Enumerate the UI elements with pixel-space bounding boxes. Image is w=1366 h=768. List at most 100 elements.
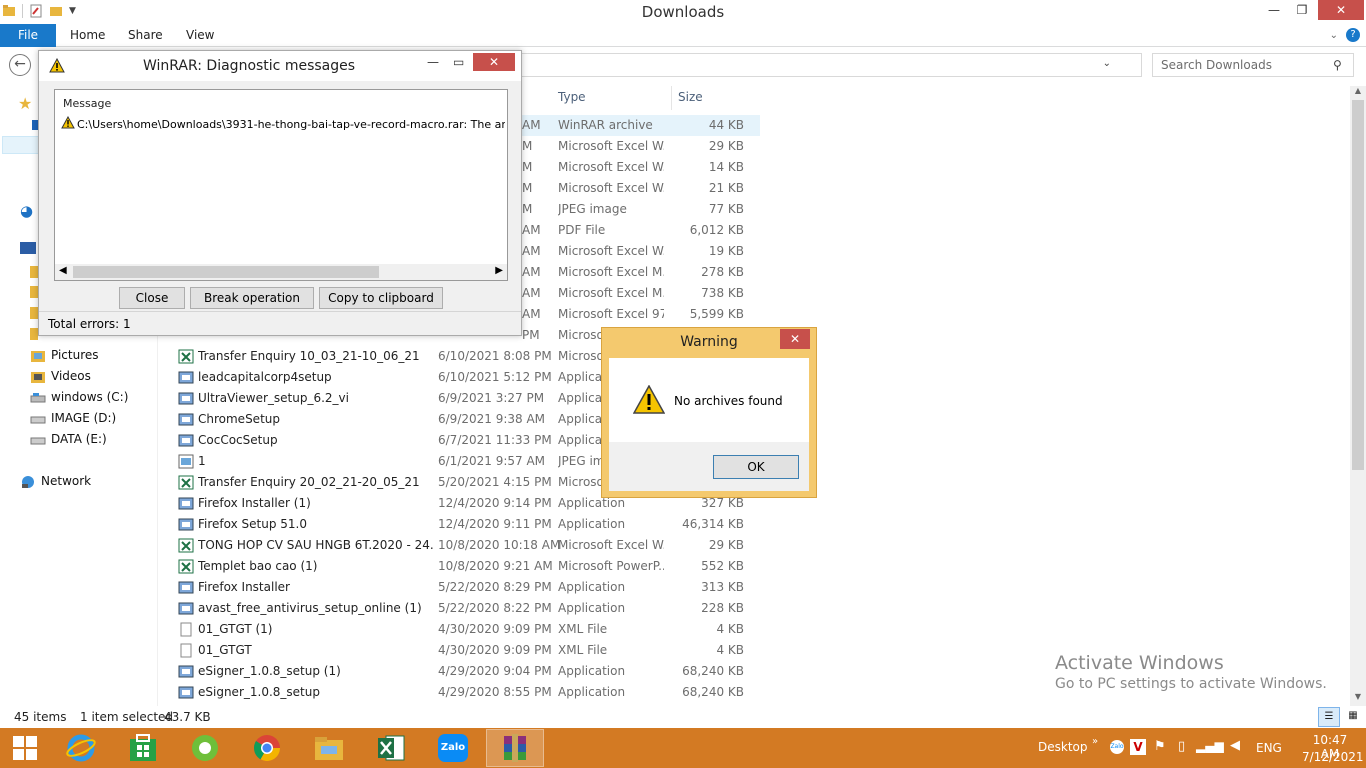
file-name: Firefox Setup 51.0 (198, 517, 307, 531)
vertical-scrollbar[interactable]: ▲ ▼ (1350, 86, 1366, 706)
chrome-taskbar-icon[interactable] (238, 729, 296, 767)
scrollbar-thumb[interactable] (73, 266, 379, 278)
nav-item-pictures[interactable]: Pictures (30, 345, 99, 366)
file-explorer-taskbar-icon[interactable] (300, 729, 358, 767)
copy-to-clipboard-button[interactable]: Copy to clipboard (319, 287, 443, 309)
excel-taskbar-icon[interactable] (362, 729, 420, 767)
horizontal-scrollbar[interactable]: ◀ ▶ (55, 264, 507, 280)
folder-icon[interactable] (30, 307, 38, 319)
table-row[interactable]: 01_GTGT 4/30/2020 9:09 PM XML File 4 KB (160, 640, 760, 661)
zalo-taskbar-icon[interactable]: Zalo (424, 729, 482, 767)
battery-icon[interactable]: ▯ (1178, 739, 1185, 754)
large-icons-view-icon[interactable]: ▦ (1344, 707, 1362, 727)
file-name: UltraViewer_setup_6.2_vi (198, 391, 349, 405)
file-date: M (522, 202, 533, 216)
zalo-tray-icon[interactable]: Zalo (1110, 740, 1124, 754)
nav-item-drive-d[interactable]: IMAGE (D:) (30, 408, 116, 429)
search-input[interactable]: Search Downloads (1152, 53, 1354, 77)
file-size: 228 KB (701, 601, 744, 615)
file-date: 6/1/2021 9:57 AM (438, 454, 546, 468)
file-date: 5/20/2021 4:15 PM (438, 475, 552, 489)
tab-share[interactable]: Share (128, 24, 163, 47)
scrollbar-thumb[interactable] (1352, 100, 1364, 470)
dialog-titlebar[interactable]: WinRAR: Diagnostic messages — ▭ ✕ (39, 51, 521, 81)
computer-icon[interactable] (20, 242, 36, 254)
file-name: eSigner_1.0.8_setup (1) (198, 664, 341, 678)
close-button[interactable]: ✕ (1318, 0, 1364, 20)
store-taskbar-icon[interactable] (114, 729, 172, 767)
watermark-subtitle: Go to PC settings to activate Windows. (1055, 676, 1327, 692)
status-bar: 45 items 1 item selected 43.7 KB ☰ ▦ (0, 706, 1366, 728)
chevron-down-icon[interactable]: ⌄ (1330, 24, 1338, 47)
column-divider[interactable] (671, 86, 672, 110)
table-row[interactable]: eSigner_1.0.8_setup (1) 4/29/2020 9:04 PM… (160, 661, 760, 682)
volume-icon[interactable]: ◀ (1230, 738, 1240, 753)
chevron-down-icon[interactable]: ⌄ (1103, 58, 1111, 69)
nav-item-network[interactable]: Network (20, 471, 91, 492)
excel-file-icon (178, 475, 194, 490)
favorites-star-icon[interactable]: ★ (18, 94, 32, 113)
toolbar-chevron-icon[interactable]: » (1092, 736, 1098, 747)
scroll-right-icon[interactable]: ▶ (495, 265, 503, 276)
table-row[interactable]: eSigner_1.0.8_setup 4/29/2020 8:55 PM Appl… (160, 682, 760, 703)
application-icon (178, 370, 194, 385)
folder-icon[interactable] (30, 266, 38, 278)
details-view-icon[interactable]: ☰ (1318, 707, 1340, 727)
language-indicator[interactable]: ENG (1256, 741, 1282, 755)
downloads-nav-item[interactable] (2, 136, 40, 154)
column-header-size[interactable]: Size (678, 90, 703, 104)
table-row[interactable]: avast_free_antivirus_setup_online (1) 5/2… (160, 598, 760, 619)
clock-date[interactable]: 7/12/2021 (1302, 750, 1364, 764)
desktop-toolbar-label[interactable]: Desktop (1038, 740, 1088, 754)
break-operation-button[interactable]: Break operation (190, 287, 314, 309)
table-row[interactable]: 01_GTGT (1) 4/30/2020 9:09 PM XML File 4 KB (160, 619, 760, 640)
signal-icon[interactable]: ▂▄▆ (1196, 739, 1224, 753)
homegroup-icon[interactable]: ◕ (20, 202, 33, 220)
file-date: 5/22/2020 8:22 PM (438, 601, 552, 615)
close-dialog-button[interactable]: Close (119, 287, 185, 309)
action-center-flag-icon[interactable]: ⚑ (1154, 739, 1166, 754)
file-size: 278 KB (701, 265, 744, 279)
scroll-left-icon[interactable]: ◀ (59, 265, 67, 276)
winrar-taskbar-icon[interactable] (486, 729, 544, 767)
folder-icon[interactable] (30, 328, 38, 340)
nav-item-drive-e[interactable]: DATA (E:) (30, 429, 107, 450)
coccoc-taskbar-icon[interactable] (176, 729, 234, 767)
message-row[interactable]: C:\Users\home\Downloads\3931-he-thong-ba… (61, 116, 505, 132)
nav-item-drive-c[interactable]: windows (C:) (30, 387, 128, 408)
maximize-button[interactable]: ❐ (1288, 0, 1316, 20)
antivirus-tray-icon[interactable]: V (1130, 739, 1146, 755)
column-header-type[interactable]: Type (558, 90, 586, 104)
tab-view[interactable]: View (186, 24, 214, 47)
table-row[interactable]: Firefox Installer 5/22/2020 8:29 PM Applic… (160, 577, 760, 598)
message-list[interactable]: Message C:\Users\home\Downloads\3931-he-… (54, 89, 508, 281)
close-button[interactable]: ✕ (473, 53, 515, 71)
internet-explorer-taskbar-icon[interactable] (52, 729, 110, 767)
table-row[interactable]: Firefox Setup 51.0 12/4/2020 9:11 PM Appli… (160, 514, 760, 535)
scroll-down-icon[interactable]: ▼ (1350, 692, 1366, 706)
search-icon[interactable]: ⚲ (1333, 58, 1342, 72)
file-size: 4 KB (716, 643, 744, 657)
file-type: Microsoft Excel W... (558, 244, 664, 258)
back-button[interactable]: ← (9, 54, 31, 76)
folder-icon[interactable] (30, 286, 38, 298)
tab-home[interactable]: Home (70, 24, 105, 47)
nav-item-videos[interactable]: Videos (30, 366, 91, 387)
start-button[interactable] (0, 729, 50, 767)
file-type: Microsoft Excel M... (558, 265, 664, 279)
table-row[interactable]: TONG HOP CV SAU HNGB 6T.2020 - 24.7... 10… (160, 535, 760, 556)
help-icon[interactable]: ? (1346, 28, 1360, 42)
file-date: 4/29/2020 8:55 PM (438, 685, 552, 699)
file-date: 10/8/2020 10:18 AM (438, 538, 561, 552)
file-size: 68,240 KB (682, 664, 744, 678)
tab-file[interactable]: File (0, 24, 56, 47)
address-box[interactable]: ⌄ ↻ (520, 53, 1165, 77)
column-header-message[interactable]: Message (63, 97, 111, 110)
minimize-button[interactable]: — (427, 55, 439, 69)
scroll-up-icon[interactable]: ▲ (1350, 86, 1366, 100)
maximize-button[interactable]: ▭ (453, 55, 464, 69)
table-row[interactable]: Templet bao cao (1) 10/8/2020 9:21 AM Micr… (160, 556, 760, 577)
ok-button[interactable]: OK (713, 455, 799, 479)
close-button[interactable]: ✕ (780, 329, 810, 349)
minimize-button[interactable]: — (1260, 0, 1288, 20)
